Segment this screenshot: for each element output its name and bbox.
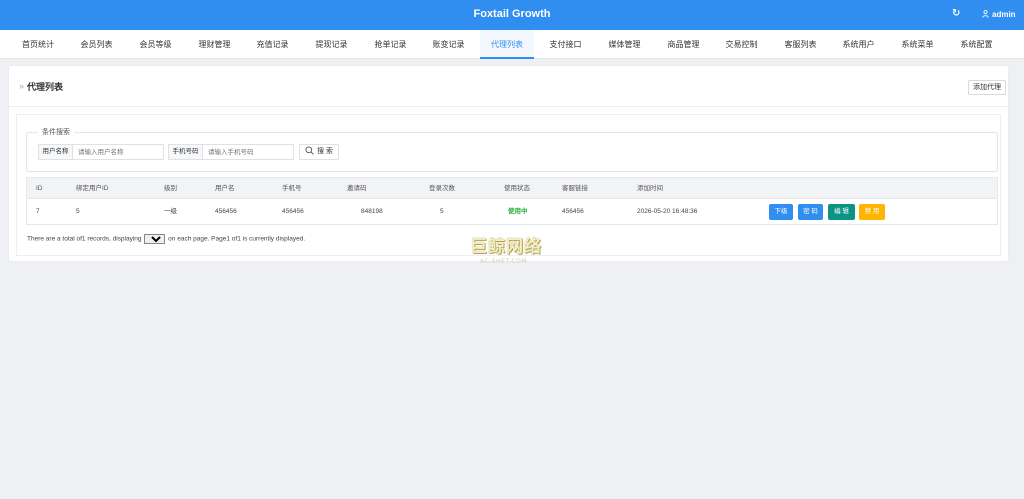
column-header-login-count: 登录次数 [429, 185, 455, 192]
pagination-info: There are a total of1 records, displayin… [27, 234, 305, 244]
nav-tab-member-list[interactable]: 会员列表 [68, 30, 125, 59]
top-bar: Foxtail Growth ↻ admin [0, 0, 1024, 30]
column-header-level: 级别 [164, 185, 177, 192]
column-header-invite-code: 邀请码 [347, 185, 367, 192]
disable-button[interactable]: 禁 用 [859, 204, 885, 220]
column-header-status: 使用状态 [504, 185, 530, 192]
cell-bound-user-id: 5 [76, 208, 80, 215]
watermark-text: 巨鲸网络 [470, 237, 542, 257]
status-badge: 使用中 [508, 208, 528, 215]
column-header-phone: 手机号 [282, 185, 302, 192]
nav-tab-trade-control[interactable]: 交易控制 [713, 30, 770, 59]
nav-tab-orders[interactable]: 抢单记录 [362, 30, 419, 59]
nav-tab-withdraw[interactable]: 提现记录 [303, 30, 360, 59]
column-header-bound-user-id: 绑定用户ID [76, 185, 109, 192]
pagination-prefix: There are a total of1 records, displayin… [27, 235, 142, 243]
refresh-icon[interactable]: ↻ [952, 8, 960, 19]
nav-tab-recharge[interactable]: 充值记录 [244, 30, 301, 59]
cell-level: 一级 [164, 208, 177, 215]
nav-tab-finance[interactable]: 理财管理 [186, 30, 243, 59]
edit-button[interactable]: 编 辑 [828, 204, 855, 220]
nav-tab-system-config[interactable]: 系统配置 [948, 30, 1005, 59]
username-label: 用户名称 [38, 144, 73, 160]
user-menu[interactable]: admin [982, 10, 1016, 19]
search-legend: 条件搜索 [38, 127, 74, 137]
cell-support-link: 456456 [562, 208, 584, 215]
nav-tab-system-users[interactable]: 系统用户 [830, 30, 887, 59]
nav-tab-home-stats[interactable]: 首页统计 [9, 30, 67, 59]
cell-id: 7 [36, 208, 40, 215]
search-button-label: 搜 索 [317, 148, 333, 155]
add-agent-button[interactable]: 添加代理 [968, 80, 1006, 95]
app-title: Foxtail Growth [473, 8, 551, 20]
nav-tab-products[interactable]: 商品管理 [655, 30, 712, 59]
subordinates-button[interactable]: 下级 [769, 204, 793, 220]
page-size-select[interactable]: 10 20 30 50 [144, 234, 166, 244]
agent-table: ID 绑定用户ID 级别 用户名 手机号 邀请码 登录次数 使用状态 客服链接 … [26, 177, 998, 225]
nav-tab-system-menu[interactable]: 系统菜单 [889, 30, 946, 59]
page-title: 代理列表 [27, 82, 64, 92]
nav-tab-balance-log[interactable]: 账变记录 [420, 30, 477, 59]
nav-tab-media[interactable]: 媒体管理 [596, 30, 653, 59]
pagination-suffix: on each page. Page1 of1 is currently dis… [168, 235, 306, 243]
cell-created-at: 2026-05-20 16:48:36 [637, 208, 698, 215]
main-nav: 首页统计 会员列表 会员等级 理财管理 充值记录 提现记录 抢单记录 账变记录 … [0, 30, 1024, 59]
panel-header: » 代理列表 添加代理 [9, 66, 1008, 107]
watermark-subtext: AC-SHET.COM [480, 258, 527, 265]
cell-phone: 456456 [282, 208, 304, 215]
user-name: admin [992, 10, 1016, 19]
cell-login-count: 5 [440, 208, 444, 215]
watermark-logo: 巨鲸网络 AC-SHET.COM [470, 232, 556, 268]
username-input[interactable] [73, 144, 164, 160]
nav-tab-member-level[interactable]: 会员等级 [127, 30, 184, 59]
column-header-id: ID [36, 185, 43, 192]
column-header-username: 用户名 [215, 185, 235, 192]
search-icon [305, 146, 314, 155]
double-chevron-right-icon: » [19, 81, 25, 91]
phone-label: 手机号码 [168, 144, 203, 160]
phone-input[interactable] [203, 144, 294, 160]
nav-tab-support[interactable]: 客服列表 [772, 30, 829, 59]
column-header-created-at: 添加时间 [637, 185, 663, 192]
password-button[interactable]: 密 码 [798, 204, 823, 220]
table-header: ID 绑定用户ID 级别 用户名 手机号 邀请码 登录次数 使用状态 客服链接 … [27, 178, 997, 199]
column-header-support-link: 客服链接 [562, 185, 588, 192]
nav-tab-agent-list[interactable]: 代理列表 [480, 30, 534, 59]
search-button[interactable]: 搜 索 [299, 144, 339, 160]
cell-username: 456456 [215, 208, 237, 215]
cell-invite-code: 848198 [361, 208, 383, 215]
nav-tab-payment[interactable]: 支付接口 [537, 30, 594, 59]
user-icon [982, 10, 989, 18]
